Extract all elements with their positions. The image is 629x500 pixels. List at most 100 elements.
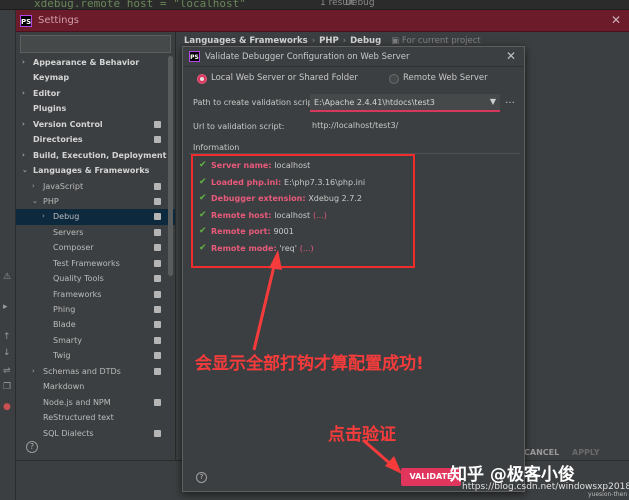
chevron-right-icon[interactable]: › [32,179,35,194]
browse-button[interactable]: … [505,95,515,106]
sidebar-item[interactable]: › Build, Execution, Deployment [16,148,175,163]
project-scope-icon [154,244,161,252]
sidebar-item-label: Markdown [43,382,85,392]
dropdown-arrow-icon[interactable]: ▼ [490,97,496,106]
chevron-right-icon[interactable]: › [32,364,35,379]
dialog-help-icon[interactable]: ? [196,472,207,483]
chevron-right-icon[interactable]: › [22,148,25,163]
sidebar-scrollbar[interactable] [168,56,173,276]
sidebar-item[interactable]: › JavaScript [16,179,175,194]
sidebar-item-label: Node.js and NPM [43,397,111,407]
sidebar-item[interactable]: SQL Dialects [16,426,175,441]
debug-toolbar-label[interactable]: Debug [345,0,375,8]
up-arrow-icon[interactable]: ↑ [3,332,11,342]
settings-title-bar: PS Settings ✕ [16,10,629,32]
sidebar-item[interactable]: Twig [16,348,175,363]
settings-window-title: Settings [38,15,80,26]
chevron-down-icon[interactable]: ⌄ [32,194,38,209]
sidebar-item[interactable]: ⌄ Languages & Frameworks [16,163,175,178]
sidebar-item[interactable]: Servers [16,225,175,240]
url-value: http://localhost/test3/ [312,121,399,130]
local-server-option[interactable]: Local Web Server or Shared Folder [197,72,367,86]
ide-left-tool-strip: ⚠ ▸ ↑ ↓ ⇌ ❐ ● [0,10,16,500]
chevron-right-icon[interactable]: › [42,209,45,224]
breadcrumb-debug: Debug [350,36,382,46]
sidebar-item[interactable]: Smarty [16,333,175,348]
settings-help-icon[interactable]: ? [26,441,38,453]
chevron-right-icon[interactable]: › [22,117,25,132]
sidebar-item[interactable]: ⌄ PHP [16,194,175,209]
project-scope-icon [154,182,161,190]
phpstorm-logo-icon: PS [20,15,32,27]
close-icon[interactable]: ✕ [611,13,621,27]
dialog-title-bar: PS Validate Debugger Configuration on We… [183,47,524,67]
project-scope-icon [154,336,161,344]
sidebar-item[interactable]: Markdown [16,379,175,394]
sidebar-item[interactable]: Frameworks [16,287,175,302]
project-scope-icon [154,352,161,360]
project-scope-icon [154,136,161,144]
settings-search-input[interactable] [20,35,171,53]
sidebar-item-label: Plugins [33,104,67,114]
record-icon[interactable]: ● [3,402,11,412]
sidebar-item[interactable]: Directories [16,132,175,147]
sidebar-item[interactable]: ReStructured text [16,410,175,425]
sidebar-item[interactable]: Keymap [16,70,175,85]
project-scope-icon [154,306,161,313]
sidebar-item-label: Version Control [33,119,103,129]
chevron-down-icon[interactable]: ⌄ [22,163,28,178]
sidebar-item[interactable]: › Version Control [16,117,175,132]
project-scope-icon [154,367,161,375]
close-icon[interactable]: ✕ [506,49,516,63]
radio-unselected-icon[interactable] [389,74,399,84]
local-server-label: Local Web Server or Shared Folder [211,73,358,83]
annotation-highlight-box [191,154,415,268]
sidebar-item-label: Servers [53,227,84,237]
sidebar-item[interactable]: › Debug [16,209,175,225]
sidebar-item[interactable]: Node.js and NPM [16,395,175,410]
chevron-right-icon[interactable]: › [22,55,25,70]
code-line: xdebug.remote_host = "localhost" [34,0,246,10]
sidebar-item-label: Directories [33,135,83,145]
cancel-button[interactable]: CANCEL [524,448,559,457]
wrap-icon[interactable]: ⇌ [3,366,11,376]
sidebar-item[interactable]: Blade [16,317,175,332]
sidebar-item[interactable]: › Editor [16,86,175,101]
chevron-right-icon[interactable]: › [22,86,25,101]
copy-icon[interactable]: ❐ [3,382,11,392]
validate-debugger-dialog: PS Validate Debugger Configuration on We… [182,46,525,492]
apply-button[interactable]: APPLY [572,448,600,457]
sidebar-item-label: Editor [33,88,61,98]
sidebar-item-label: Smarty [53,335,82,345]
sidebar-item-label: Appearance & Behavior [33,58,140,67]
remote-server-option[interactable]: Remote Web Server [389,72,499,86]
down-arrow-icon[interactable]: ↓ [3,348,11,358]
sidebar-item-label: Languages & Frameworks [33,166,150,176]
sidebar-item-label: Debug [53,212,80,222]
path-label: Path to create validation script: [193,98,319,107]
sidebar-item-label: ReStructured text [43,413,114,423]
project-scope-icon [154,197,161,205]
warning-icon[interactable]: ⚠ [3,272,11,282]
sidebar-item[interactable]: › Schemas and DTDs [16,364,175,379]
sidebar-item[interactable]: Quality Tools [16,271,175,286]
sidebar-item[interactable]: Composer [16,240,175,255]
sidebar-item[interactable]: Plugins [16,101,175,116]
sidebar-item-label: Blade [53,320,76,330]
radio-selected-icon[interactable] [197,74,207,84]
project-scope-label: ▣ For current project [391,36,481,46]
sidebar-item[interactable]: Phing [16,302,175,317]
project-scope-icon [154,275,161,283]
sidebar-item[interactable]: Test Frameworks [16,256,175,271]
sidebar-item[interactable]: › Appearance & Behavior [16,55,175,70]
project-scope-icon [154,429,161,437]
path-combobox[interactable]: E:\Apache 2.4.41\htdocs\test3 ▼ [310,94,500,112]
sidebar-item-label: Test Frameworks [53,258,120,268]
sidebar-item-label: Keymap [33,73,70,83]
sidebar-item-label: Quality Tools [53,274,104,284]
project-scope-icon [154,259,161,267]
watermark-author: yuesion-then [588,491,628,498]
tool-icon[interactable]: ▸ [3,302,8,312]
url-field[interactable]: http://localhost/test3/ [310,118,500,135]
project-scope-icon [154,321,161,329]
